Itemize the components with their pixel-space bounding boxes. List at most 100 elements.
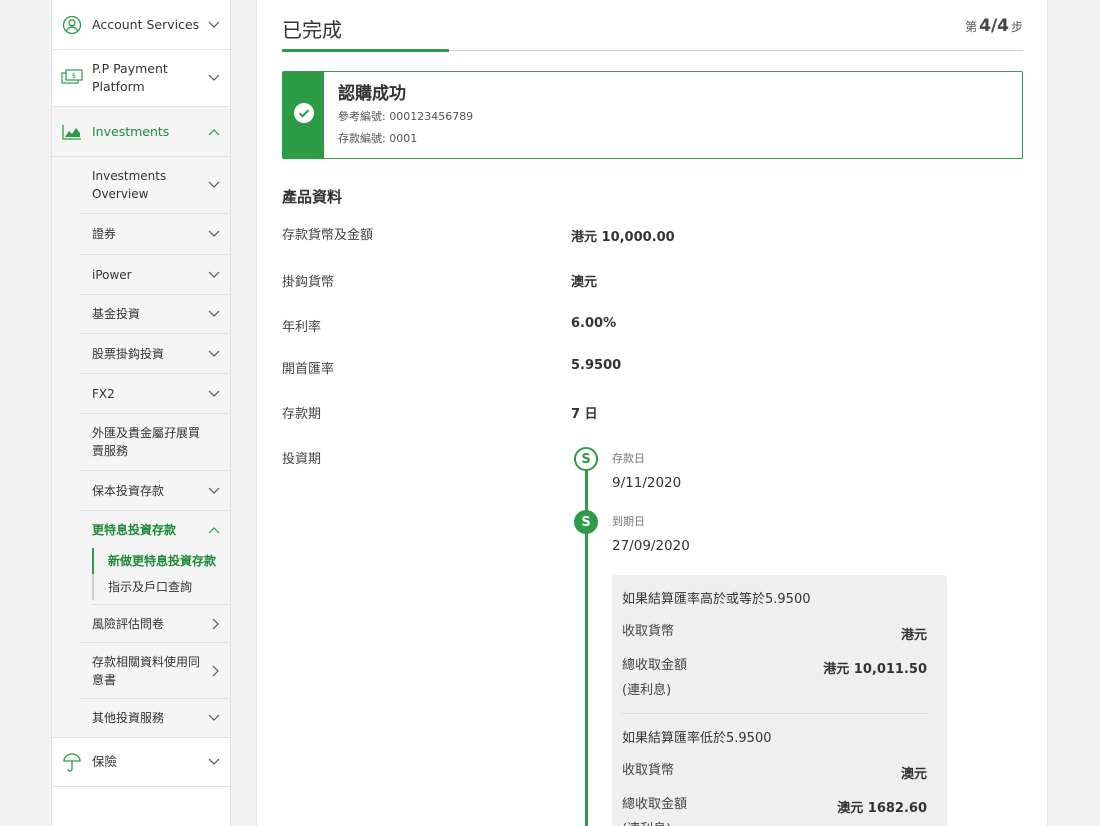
sidebar-subitem-label: 基金投資 (92, 307, 141, 321)
check-circle-icon (293, 102, 315, 128)
scenario-heading: 如果結算匯率高於或等於5.9500 (622, 592, 811, 607)
chevron-down-icon (208, 714, 220, 722)
chevron-right-icon (212, 618, 220, 630)
premium-deposit-submenu: 新做更特息投資存款 指示及戶口查詢 (92, 548, 230, 605)
sidebar-subitem-label: 其他投資服務 (92, 711, 165, 725)
dollar-glyph: S (581, 514, 591, 530)
payment-icon: $ (61, 67, 83, 89)
chevron-down-icon (208, 350, 220, 358)
sidebar-leaf-new-premium-deposit[interactable]: 新做更特息投資存款 (92, 548, 230, 574)
sidebar-item-label: 保險 (92, 754, 118, 769)
chevron-down-icon (208, 390, 220, 398)
chevron-down-icon (208, 271, 220, 279)
sidebar-subitem-label: 保本投資存款 (92, 483, 165, 498)
sidebar-subitem-ipower[interactable]: iPower (80, 255, 230, 295)
scenario-currency-value: 澳元 (900, 767, 927, 782)
svg-text:$: $ (72, 72, 76, 80)
sidebar-nav: Account Services $ P.P Payment Platform … (51, 0, 231, 826)
row-label-initial-rate: 開首匯率 (282, 362, 335, 377)
chevron-right-icon (212, 665, 220, 677)
dollar-glyph: S (581, 451, 591, 467)
sidebar-item-label: Investments (92, 123, 170, 139)
sidebar-subitem-equity-linked[interactable]: 股票掛鈎投資 (80, 334, 230, 374)
success-bar (283, 72, 324, 158)
step-progress-underline (282, 49, 449, 52)
sidebar-item-label: Account Services (92, 16, 200, 32)
row-value-linked-currency: 澳元 (571, 275, 598, 290)
sidebar-subitem-label: 外匯及貴金屬孖展買賣服務 (92, 426, 201, 458)
sidebar-subitem-other-investment[interactable]: 其他投資服務 (80, 699, 230, 737)
step-header: 已完成 第 4/4 步 (282, 0, 1023, 52)
success-banner: 認購成功 參考編號: 000123456789 存款編號: 0001 (282, 71, 1023, 159)
sidebar-subitem-label: FX2 (92, 386, 115, 401)
user-circle-icon (61, 14, 83, 36)
sidebar-subitem-premium-deposit[interactable]: 更特息投資存款 (80, 511, 230, 548)
step-counter: 第 4/4 步 (965, 16, 1023, 36)
scenario-heading: 如果結算匯率低於5.9500 (622, 731, 772, 746)
row-label-investment-period: 投資期 (282, 452, 322, 467)
section-title: 產品資料 (282, 188, 343, 206)
start-date: 9/11/2020 (612, 475, 682, 491)
sidebar-subitem-label: iPower (92, 267, 132, 282)
row-value-tenor: 7 日 (571, 407, 598, 422)
row-value-amount: 港元 10,000.00 (571, 230, 675, 245)
sidebar-subitem-label: 股票掛鈎投資 (92, 346, 165, 361)
success-body: 認購成功 參考編號: 000123456789 存款編號: 0001 (324, 72, 487, 158)
row-label-interest-rate: 年利率 (282, 320, 322, 335)
dollar-filled-icon: S (574, 510, 598, 534)
sidebar-subitem-funds[interactable]: 基金投資 (80, 295, 230, 334)
reference-number: 參考編號: 000123456789 (338, 110, 474, 123)
sidebar-subitem-risk-questionnaire[interactable]: 風險評估問卷 (80, 605, 230, 643)
chevron-up-icon (208, 526, 220, 534)
scenario-divider (622, 713, 927, 714)
scenario-total-value: 港元 10,011.50 (823, 662, 927, 677)
chevron-down-icon (208, 21, 220, 29)
sidebar-subitem-label: 更特息投資存款 (92, 522, 177, 537)
sidebar-subitem-label: Investments Overview (92, 169, 167, 201)
investments-submenu: Investments Overview 證券 iPower 基金投資 股票掛鈎… (52, 157, 230, 737)
step-prefix: 第 (965, 20, 978, 34)
chevron-down-icon (208, 74, 220, 82)
main-panel: 已完成 第 4/4 步 認購成功 參考編號: 000123456789 存款編號: … (256, 0, 1048, 826)
row-label-linked-currency: 掛鈎貨幣 (282, 275, 335, 290)
sidebar-subitem-fx2[interactable]: FX2 (80, 374, 230, 414)
page-title: 已完成 (282, 18, 342, 42)
sidebar-subitem-data-consent[interactable]: 存款相關資料使用同意書 (80, 643, 230, 699)
scenario-total-label: 總收取金額 (622, 658, 688, 673)
umbrella-icon (61, 751, 83, 773)
maturity-date-caption: 到期日 (612, 515, 645, 528)
row-label-amount: 存款貨幣及金額 (282, 228, 374, 243)
sidebar-item-account-services[interactable]: Account Services (52, 0, 230, 50)
scenario-total-sub: (連利息) (622, 683, 672, 698)
scenario-currency-label: 收取貨幣 (622, 763, 675, 778)
sidebar-subitem-investments-overview[interactable]: Investments Overview (80, 157, 230, 214)
sidebar-subitem-securities[interactable]: 證券 (80, 214, 230, 255)
sidebar-subitem-fx-margin[interactable]: 外匯及貴金屬孖展買賣服務 (80, 414, 230, 471)
scenario-total-label: 總收取金額 (622, 797, 688, 812)
sidebar-leaf-instructions-enquiry[interactable]: 指示及戶口查詢 (92, 574, 230, 600)
scenario-total-sub: (連利息) (622, 817, 671, 826)
settlement-scenarios: 如果結算匯率高於或等於5.9500 收取貨幣 港元 總收取金額 (連利息) 港元… (612, 575, 947, 826)
deposit-number: 存款編號: 0001 (338, 132, 418, 145)
scenario-total-value: 澳元 1682.60 (837, 801, 927, 816)
chart-icon (61, 121, 83, 143)
sidebar-subitem-capital-protected[interactable]: 保本投資存款 (80, 471, 230, 511)
sidebar-item-label: P.P Payment Platform (92, 61, 168, 94)
chevron-down-icon (208, 230, 220, 238)
start-date-caption: 存款日 (612, 452, 645, 465)
maturity-date: 27/09/2020 (612, 538, 690, 554)
row-value-initial-rate: 5.9500 (571, 358, 622, 373)
chevron-down-icon (208, 487, 220, 495)
sidebar-subitem-label: 風險評估問卷 (92, 616, 165, 631)
sidebar-item-payment-platform[interactable]: $ P.P Payment Platform (52, 50, 230, 107)
sidebar-item-investments[interactable]: Investments (52, 107, 230, 157)
sidebar-item-insurance[interactable]: 保險 (52, 737, 230, 787)
chevron-up-icon (208, 128, 220, 136)
dollar-circle-icon: S (574, 447, 598, 471)
scenario-currency-label: 收取貨幣 (622, 624, 675, 639)
step-current: 4/4 (979, 16, 1009, 36)
sidebar-subitem-label: 存款相關資料使用同意書 (92, 654, 201, 687)
chevron-down-icon (208, 310, 220, 318)
step-suffix: 步 (1010, 20, 1023, 34)
chevron-down-icon (208, 758, 220, 766)
